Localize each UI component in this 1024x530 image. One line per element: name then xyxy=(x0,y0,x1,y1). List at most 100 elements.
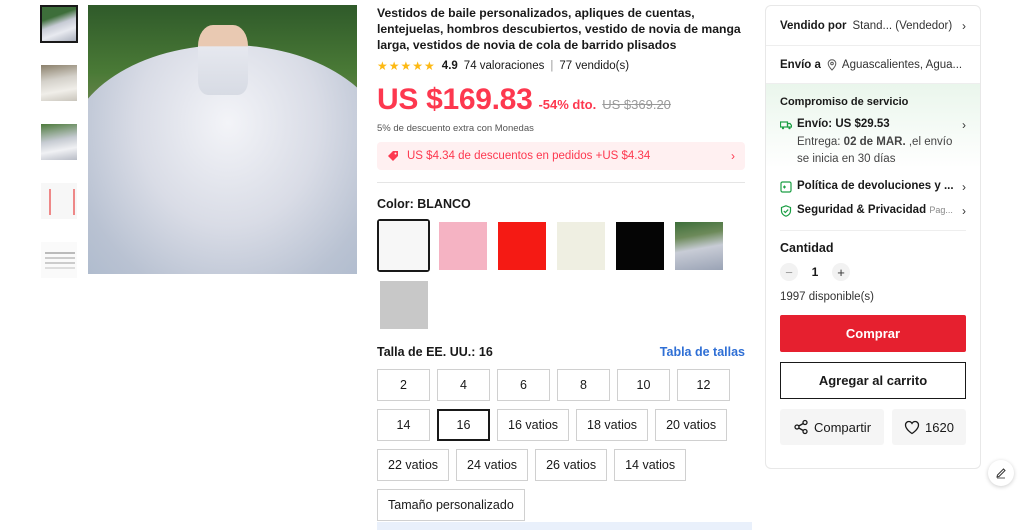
thumbnail-list xyxy=(40,5,78,300)
share-icon xyxy=(794,419,808,435)
size-chart-link[interactable]: Tabla de tallas xyxy=(660,345,745,359)
coupon-banner[interactable]: US $4.34 de descuentos en pedidos +US $4… xyxy=(377,142,745,170)
security-privacy: Seguridad & Privacidad Pag... xyxy=(797,204,958,216)
size-option[interactable]: 26 vatios xyxy=(535,449,608,481)
quantity-minus-button[interactable]: − xyxy=(780,263,798,281)
sold-count: 77 vendido(s) xyxy=(559,60,630,72)
thumbnail-image xyxy=(41,124,77,160)
shipping-location: Aguascalientes, Agua... xyxy=(841,58,963,71)
size-option[interactable]: Tamaño personalizado xyxy=(377,489,525,521)
chevron-right-icon: › xyxy=(962,180,966,194)
size-label: Talla de EE. UU.: 16 xyxy=(377,345,493,359)
color-swatch-negro[interactable] xyxy=(613,219,666,272)
size-option[interactable]: 22 vatios xyxy=(377,449,450,481)
coupon-text: US $4.34 de descuentos en pedidos +US $4… xyxy=(407,150,651,162)
delivery-date: 02 de MAR. xyxy=(843,136,906,148)
size-option[interactable]: 10 xyxy=(617,369,670,401)
truck-icon xyxy=(780,121,792,130)
size-option[interactable]: 6 xyxy=(497,369,550,401)
size-option-list: 2 4 6 8 10 12 14 16 16 vatios 18 vatios 20 vatios 2… xyxy=(377,369,747,529)
quantity-stepper: − 1 + xyxy=(766,255,980,281)
security-text: Seguridad & Privacidad xyxy=(797,204,927,216)
add-to-cart-button[interactable]: Agregar al carrito xyxy=(780,362,966,399)
size-option[interactable]: 4 xyxy=(437,369,490,401)
chevron-right-icon: › xyxy=(962,204,966,218)
color-swatch-rosa[interactable] xyxy=(436,219,489,272)
color-swatch-list xyxy=(377,219,747,337)
size-option[interactable]: 24 vatios xyxy=(456,449,529,481)
thumbnail-image xyxy=(42,7,76,41)
return-box-icon xyxy=(780,181,792,193)
seller-name: Stand... (Vendedor) xyxy=(852,19,953,32)
main-product-image[interactable] xyxy=(88,5,357,274)
available-stock: 1997 disponible(s) xyxy=(780,291,874,303)
tag-icon xyxy=(388,151,398,161)
coins-note: 5% de descuento extra con Monedas xyxy=(377,123,534,134)
thumbnail-image xyxy=(41,242,77,278)
swatch-fill xyxy=(556,221,605,270)
swatch-fill xyxy=(379,280,428,329)
quantity-plus-button[interactable]: + xyxy=(832,263,850,281)
size-option[interactable]: 2 xyxy=(377,369,430,401)
dress-bodice-shape xyxy=(198,25,248,95)
heart-icon xyxy=(904,420,920,434)
wishlist-button[interactable]: 1620 xyxy=(892,409,966,445)
shipping-cost-row[interactable]: Envío: US $29.53 › xyxy=(780,118,966,132)
original-price: US $369.20 xyxy=(602,97,671,112)
location-pin-icon xyxy=(827,58,837,71)
returns-policy: Política de devoluciones y ... xyxy=(797,180,954,192)
swatch-fill xyxy=(438,221,487,270)
pencil-icon xyxy=(996,468,1006,479)
thumbnail-2[interactable] xyxy=(40,64,78,102)
divider xyxy=(377,182,745,183)
swatch-fill xyxy=(615,221,664,270)
color-swatch-blanco[interactable] xyxy=(377,219,430,272)
discount-badge: -54% dto. xyxy=(538,97,597,112)
delivery-prefix: Entrega: xyxy=(797,136,844,148)
service-title: Compromiso de servicio xyxy=(780,96,909,108)
color-swatch-rojo[interactable] xyxy=(495,219,548,272)
action-row: Compartir 1620 xyxy=(766,399,980,445)
size-option[interactable]: 14 vatios xyxy=(614,449,687,481)
quantity-value[interactable]: 1 xyxy=(798,265,832,279)
quantity-label: Cantidad xyxy=(780,241,834,255)
color-swatch-gris[interactable] xyxy=(377,278,430,331)
thumbnail-1[interactable] xyxy=(40,5,78,43)
returns-row[interactable]: Política de devoluciones y ... › xyxy=(780,180,966,194)
security-row[interactable]: Seguridad & Privacidad Pag... › xyxy=(780,204,966,218)
edit-button[interactable] xyxy=(988,460,1014,486)
purchase-card: Vendido por Stand... (Vendedor) › Envío … xyxy=(765,5,981,469)
product-info: Vestidos de baile personalizados, apliqu… xyxy=(377,5,747,529)
size-option[interactable]: 20 vatios xyxy=(655,409,728,441)
size-option[interactable]: 8 xyxy=(557,369,610,401)
thumbnail-4[interactable] xyxy=(40,182,78,220)
delivery-info: Entrega: 02 de MAR. ,el envío se inicia … xyxy=(797,134,966,168)
size-option[interactable]: 16 vatios xyxy=(497,409,570,441)
price-row: US $169.83 -54% dto. US $369.20 xyxy=(377,83,747,117)
color-swatch-marfil[interactable] xyxy=(554,219,607,272)
thumbnail-5[interactable] xyxy=(40,241,78,279)
product-title: Vestidos de baile personalizados, apliqu… xyxy=(377,6,741,52)
size-option[interactable]: 18 vatios xyxy=(576,409,649,441)
color-swatch-foto[interactable] xyxy=(672,219,725,272)
size-option[interactable]: 12 xyxy=(677,369,730,401)
size-option[interactable]: 16 xyxy=(437,409,490,441)
separator: | xyxy=(550,60,554,72)
rating-row: ★★★★★ 4.9 74 valoraciones | 77 vendido(s… xyxy=(377,59,747,73)
current-price: US $169.83 xyxy=(377,83,533,116)
reviews-link[interactable]: 74 valoraciones xyxy=(464,60,545,72)
thumbnail-image xyxy=(41,65,77,101)
size-option[interactable]: 14 xyxy=(377,409,430,441)
color-label: Color: BLANCO xyxy=(377,197,471,211)
buy-now-button[interactable]: Comprar xyxy=(780,315,966,352)
share-button[interactable]: Compartir xyxy=(780,409,884,445)
thumbnail-3[interactable] xyxy=(40,123,78,161)
swatch-fill xyxy=(379,221,428,270)
chevron-right-icon: › xyxy=(962,18,966,33)
share-label: Compartir xyxy=(813,419,872,435)
service-commitment: Compromiso de servicio Envío: US $29.53 … xyxy=(766,84,980,224)
thumbnail-image xyxy=(41,183,77,219)
seller-row[interactable]: Vendido por Stand... (Vendedor) › xyxy=(766,6,980,46)
bottom-banner-edge xyxy=(377,522,752,530)
shipping-to-row[interactable]: Envío a Aguascalientes, Agua... xyxy=(766,46,980,84)
